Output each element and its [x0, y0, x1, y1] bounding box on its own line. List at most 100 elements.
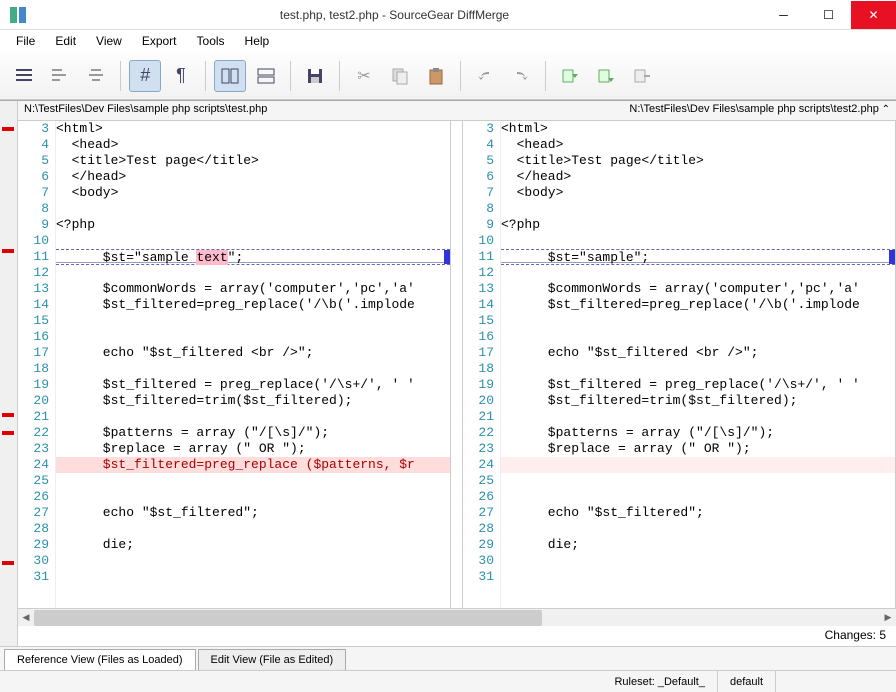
code-line[interactable]: <body>	[56, 185, 450, 201]
code-line[interactable]: <?php	[56, 217, 450, 233]
code-line[interactable]: <html>	[56, 121, 450, 137]
code-line[interactable]: $st_filtered=trim($st_filtered);	[56, 393, 450, 409]
undo-icon[interactable]	[469, 60, 501, 92]
code-line[interactable]	[501, 313, 895, 329]
code-line[interactable]: <?php	[501, 217, 895, 233]
code-line[interactable]	[501, 473, 895, 489]
tab-reference-view[interactable]: Reference View (Files as Loaded)	[4, 649, 196, 670]
redo-icon[interactable]	[505, 60, 537, 92]
paste-icon[interactable]	[420, 60, 452, 92]
right-file-path[interactable]: N:\TestFiles\Dev Files\sample php script…	[457, 101, 896, 120]
horizontal-scrollbar[interactable]: ◀ ▶	[18, 608, 896, 626]
diff-marker[interactable]	[2, 249, 14, 253]
split-vertical-icon[interactable]	[214, 60, 246, 92]
code-line[interactable]: $st="sample";	[501, 249, 895, 265]
code-line[interactable]	[56, 569, 450, 585]
diff-marker[interactable]	[2, 127, 14, 131]
code-line[interactable]: echo "$st_filtered <br />";	[501, 345, 895, 361]
code-line[interactable]: $st_filtered=trim($st_filtered);	[501, 393, 895, 409]
code-line[interactable]	[501, 265, 895, 281]
code-line[interactable]	[56, 409, 450, 425]
next-diff-icon[interactable]	[554, 60, 586, 92]
right-code-pane[interactable]: 3456789101112131415161718192021222324252…	[463, 121, 896, 608]
code-line[interactable]: <title>Test page</title>	[501, 153, 895, 169]
code-line[interactable]	[501, 361, 895, 377]
align-center-icon[interactable]	[80, 60, 112, 92]
code-line[interactable]: </head>	[56, 169, 450, 185]
code-line[interactable]: $st_filtered=preg_replace('/\b('.implode	[501, 297, 895, 313]
code-line[interactable]: $patterns = array ("/[\s]/");	[56, 425, 450, 441]
code-line[interactable]: die;	[501, 537, 895, 553]
cut-icon[interactable]: ✂	[348, 60, 380, 92]
menu-help[interactable]: Help	[235, 32, 280, 50]
code-line[interactable]	[501, 489, 895, 505]
copy-icon[interactable]	[384, 60, 416, 92]
pilcrow-icon[interactable]: ¶	[165, 60, 197, 92]
code-line[interactable]: $st="sample text";	[56, 249, 450, 265]
prev-diff-icon[interactable]	[590, 60, 622, 92]
save-icon[interactable]	[299, 60, 331, 92]
code-line[interactable]: echo "$st_filtered";	[501, 505, 895, 521]
code-line[interactable]	[56, 473, 450, 489]
code-line[interactable]: die;	[56, 537, 450, 553]
code-line[interactable]	[501, 409, 895, 425]
code-line[interactable]	[501, 569, 895, 585]
code-line[interactable]: <body>	[501, 185, 895, 201]
merge-icon[interactable]	[626, 60, 658, 92]
code-line[interactable]: $st_filtered = preg_replace('/\s+/', ' '	[56, 377, 450, 393]
scroll-thumb[interactable]	[34, 610, 542, 626]
diff-overview-ruler[interactable]	[0, 101, 18, 646]
scroll-left-icon[interactable]: ◀	[18, 610, 34, 626]
diff-marker[interactable]	[2, 431, 14, 435]
split-horizontal-icon[interactable]	[250, 60, 282, 92]
hash-icon[interactable]: #	[129, 60, 161, 92]
code-line[interactable]: </head>	[501, 169, 895, 185]
code-line[interactable]	[56, 329, 450, 345]
code-line[interactable]: $st_filtered=preg_replace('/\b('.implode	[56, 297, 450, 313]
code-line[interactable]: $commonWords = array('computer','pc','a'	[501, 281, 895, 297]
code-line[interactable]	[501, 329, 895, 345]
close-button[interactable]: ✕	[851, 1, 896, 29]
code-line[interactable]	[501, 553, 895, 569]
code-line[interactable]	[56, 233, 450, 249]
code-line[interactable]: $st_filtered = preg_replace('/\s+/', ' '	[501, 377, 895, 393]
code-line[interactable]: $patterns = array ("/[\s]/");	[501, 425, 895, 441]
code-line[interactable]: $commonWords = array('computer','pc','a'	[56, 281, 450, 297]
code-line[interactable]	[501, 233, 895, 249]
menu-view[interactable]: View	[86, 32, 132, 50]
code-line[interactable]	[56, 265, 450, 281]
left-code-text[interactable]: <html> <head> <title>Test page</title> <…	[56, 121, 450, 608]
code-line[interactable]	[56, 553, 450, 569]
code-line[interactable]: <html>	[501, 121, 895, 137]
code-line[interactable]: $replace = array (" OR ");	[56, 441, 450, 457]
right-code-text[interactable]: <html> <head> <title>Test page</title> <…	[501, 121, 895, 608]
code-line[interactable]	[501, 201, 895, 217]
align-left-icon[interactable]	[44, 60, 76, 92]
code-line[interactable]: echo "$st_filtered";	[56, 505, 450, 521]
code-line[interactable]	[56, 521, 450, 537]
menu-edit[interactable]: Edit	[45, 32, 86, 50]
code-line[interactable]: echo "$st_filtered <br />";	[56, 345, 450, 361]
code-line[interactable]: $st_filtered=preg_replace ($patterns, $r	[56, 457, 450, 473]
diff-marker[interactable]	[2, 413, 14, 417]
align-all-icon[interactable]	[8, 60, 40, 92]
minimize-button[interactable]: ─	[761, 1, 806, 29]
code-line[interactable]	[56, 489, 450, 505]
menu-file[interactable]: File	[6, 32, 45, 50]
code-line[interactable]: <title>Test page</title>	[56, 153, 450, 169]
code-line[interactable]: $replace = array (" OR ");	[501, 441, 895, 457]
scroll-right-icon[interactable]: ▶	[880, 610, 896, 626]
menu-tools[interactable]: Tools	[187, 32, 235, 50]
left-code-pane[interactable]: 3456789101112131415161718192021222324252…	[18, 121, 451, 608]
code-line[interactable]	[56, 201, 450, 217]
tab-edit-view[interactable]: Edit View (File as Edited)	[198, 649, 347, 670]
maximize-button[interactable]: ☐	[806, 1, 851, 29]
code-line[interactable]	[56, 313, 450, 329]
code-line[interactable]	[501, 457, 895, 473]
menu-export[interactable]: Export	[132, 32, 187, 50]
code-line[interactable]: <head>	[501, 137, 895, 153]
code-line[interactable]: <head>	[56, 137, 450, 153]
code-line[interactable]	[56, 361, 450, 377]
diff-marker[interactable]	[2, 561, 14, 565]
code-line[interactable]	[501, 521, 895, 537]
